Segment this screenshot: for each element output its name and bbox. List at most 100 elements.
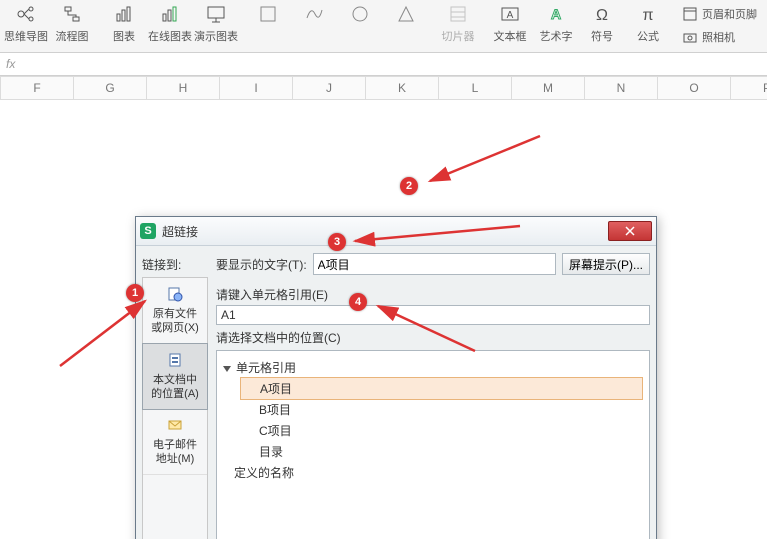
dialog-main: 要显示的文字(T): 屏幕提示(P)... 请键入单元格引用(E) A1 请选择… — [208, 252, 650, 539]
ribbon-flowchart[interactable]: 流程图 — [50, 2, 94, 44]
ribbon-slicer[interactable]: 切片器 — [436, 2, 480, 44]
hyperlink-dialog: S 超链接 链接到: 原有文件 或网页(X) 本文档中 的位置(A) — [135, 216, 657, 539]
ribbon-shapes-4[interactable] — [384, 2, 428, 26]
formula-bar[interactable]: fx — [0, 53, 767, 76]
online-chart-icon — [158, 2, 182, 26]
ribbon-formula[interactable]: π 公式 — [626, 2, 670, 44]
column-header[interactable]: H — [147, 77, 220, 100]
ribbon-present-chart-label: 演示图表 — [194, 28, 238, 44]
display-text-input[interactable] — [313, 253, 556, 275]
tree-node-a[interactable]: A项目 — [240, 377, 643, 400]
column-header[interactable]: K — [366, 77, 439, 100]
ribbon-shapes-3[interactable] — [338, 2, 382, 26]
dialog-body: 链接到: 原有文件 或网页(X) 本文档中 的位置(A) 电子邮件 地址(M) — [136, 246, 656, 539]
present-chart-icon — [204, 2, 228, 26]
svg-text:A: A — [507, 10, 514, 21]
tree-node-b[interactable]: B项目 — [223, 399, 643, 420]
ribbon-present-chart[interactable]: 演示图表 — [194, 2, 238, 44]
tree-label: 请选择文档中的位置(C) — [216, 329, 650, 346]
location-tree[interactable]: 单元格引用 A项目 B项目 C项目 目录 定义的名称 — [216, 350, 650, 539]
column-header[interactable]: L — [439, 77, 512, 100]
this-doc-icon — [166, 352, 184, 370]
svg-text:Ω: Ω — [596, 7, 608, 24]
column-header[interactable]: G — [74, 77, 147, 100]
sidebar-item-email-label: 电子邮件 地址(M) — [153, 438, 197, 466]
header-footer-icon — [681, 5, 699, 23]
svg-text:A: A — [551, 6, 561, 22]
sidebar-item-thisdoc[interactable]: 本文档中 的位置(A) — [142, 343, 208, 410]
tree-node-label: 目录 — [241, 445, 283, 459]
cellref-label: 请键入单元格引用(E) — [216, 286, 650, 303]
column-header[interactable]: J — [293, 77, 366, 100]
ribbon-shapes-2[interactable] — [292, 2, 336, 26]
column-header[interactable]: M — [512, 77, 585, 100]
ribbon-shapes-1[interactable] — [246, 2, 290, 26]
flowchart-icon — [60, 2, 84, 26]
ribbon-camera-label: 照相机 — [702, 29, 735, 45]
ribbon-slicer-label: 切片器 — [442, 28, 475, 44]
ribbon-mindmap-label: 思维导图 — [4, 28, 48, 44]
shapes-icon — [394, 2, 418, 26]
tree-node-label: 定义的名称 — [234, 466, 294, 480]
svg-text:π: π — [642, 7, 653, 24]
ribbon-textbox-label: 文本框 — [494, 28, 527, 44]
tree-expand-icon — [223, 366, 231, 372]
tree-node-cellref[interactable]: 单元格引用 — [223, 357, 643, 378]
ribbon-online-chart-label: 在线图表 — [148, 28, 192, 44]
app-logo-icon: S — [140, 223, 156, 239]
column-header[interactable]: N — [585, 77, 658, 100]
camera-icon — [681, 28, 699, 46]
column-header[interactable]: O — [658, 77, 731, 100]
tree-node-toc[interactable]: 目录 — [223, 441, 643, 462]
fx-icon: fx — [6, 57, 15, 71]
screentip-button[interactable]: 屏幕提示(P)... — [562, 253, 650, 275]
ribbon-symbol-label: 符号 — [591, 28, 613, 44]
ribbon-camera[interactable]: 照相机 — [678, 25, 760, 48]
textbox-icon: A — [498, 2, 522, 26]
tree-node-label: A项目 — [242, 382, 292, 396]
link-to-label: 链接到: — [142, 256, 204, 273]
ribbon-insert-group-2: 对象 附件 — [762, 2, 767, 48]
display-text-row: 要显示的文字(T): 屏幕提示(P)... — [216, 252, 650, 276]
sidebar-item-email[interactable]: 电子邮件 地址(M) — [143, 409, 207, 475]
close-icon — [624, 226, 636, 236]
cellref-value: A1 — [221, 308, 236, 322]
ribbon-chart-label: 图表 — [113, 28, 135, 44]
ribbon-textbox[interactable]: A 文本框 — [488, 2, 532, 44]
mindmap-icon — [14, 2, 38, 26]
ribbon-wordart[interactable]: A 艺术字 — [534, 2, 578, 44]
link-to-sidebar: 原有文件 或网页(X) 本文档中 的位置(A) 电子邮件 地址(M) — [142, 277, 208, 539]
ribbon-mindmap[interactable]: 思维导图 — [4, 2, 48, 44]
sidebar-item-existing[interactable]: 原有文件 或网页(X) — [143, 278, 207, 344]
ribbon-online-chart[interactable]: 在线图表 — [148, 2, 192, 44]
ribbon-flowchart-label: 流程图 — [56, 28, 89, 44]
column-header[interactable]: I — [220, 77, 293, 100]
shapes-icon — [256, 2, 280, 26]
ribbon-formula-label: 公式 — [637, 28, 659, 44]
ribbon-symbol[interactable]: Ω 符号 — [580, 2, 624, 44]
ribbon-header-footer-label: 页眉和页脚 — [702, 6, 757, 22]
sidebar-item-existing-label: 原有文件 或网页(X) — [151, 307, 199, 335]
ribbon-attachment[interactable]: 附件 — [762, 25, 767, 48]
worksheet[interactable]: FGHIJKLMNOP S 超链接 链接到: 原有文件 或网页(X) — [0, 76, 767, 539]
ribbon-wordart-label: 艺术字 — [540, 28, 573, 44]
ribbon-header-footer[interactable]: 页眉和页脚 — [678, 2, 760, 25]
column-header[interactable]: P — [731, 77, 767, 100]
annotation-badge-2: 2 — [400, 177, 418, 195]
file-web-icon — [166, 286, 184, 304]
display-text-label: 要显示的文字(T): — [216, 256, 307, 273]
close-button[interactable] — [608, 221, 652, 241]
tree-node-c[interactable]: C项目 — [223, 420, 643, 441]
dialog-title: 超链接 — [162, 223, 608, 240]
column-header[interactable]: F — [1, 77, 74, 100]
tree-node-label: B项目 — [241, 403, 291, 417]
slicer-icon — [446, 2, 470, 26]
ribbon-insert-group: 页眉和页脚 照相机 — [678, 2, 760, 48]
sidebar-item-thisdoc-label: 本文档中 的位置(A) — [151, 373, 199, 401]
tree-node-defined[interactable]: 定义的名称 — [223, 462, 643, 483]
dialog-titlebar[interactable]: S 超链接 — [136, 217, 656, 246]
ribbon-chart[interactable]: 图表 — [102, 2, 146, 44]
cellref-input[interactable]: A1 — [216, 305, 650, 325]
ribbon-object[interactable]: 对象 — [762, 2, 767, 25]
shapes-icon — [302, 2, 326, 26]
